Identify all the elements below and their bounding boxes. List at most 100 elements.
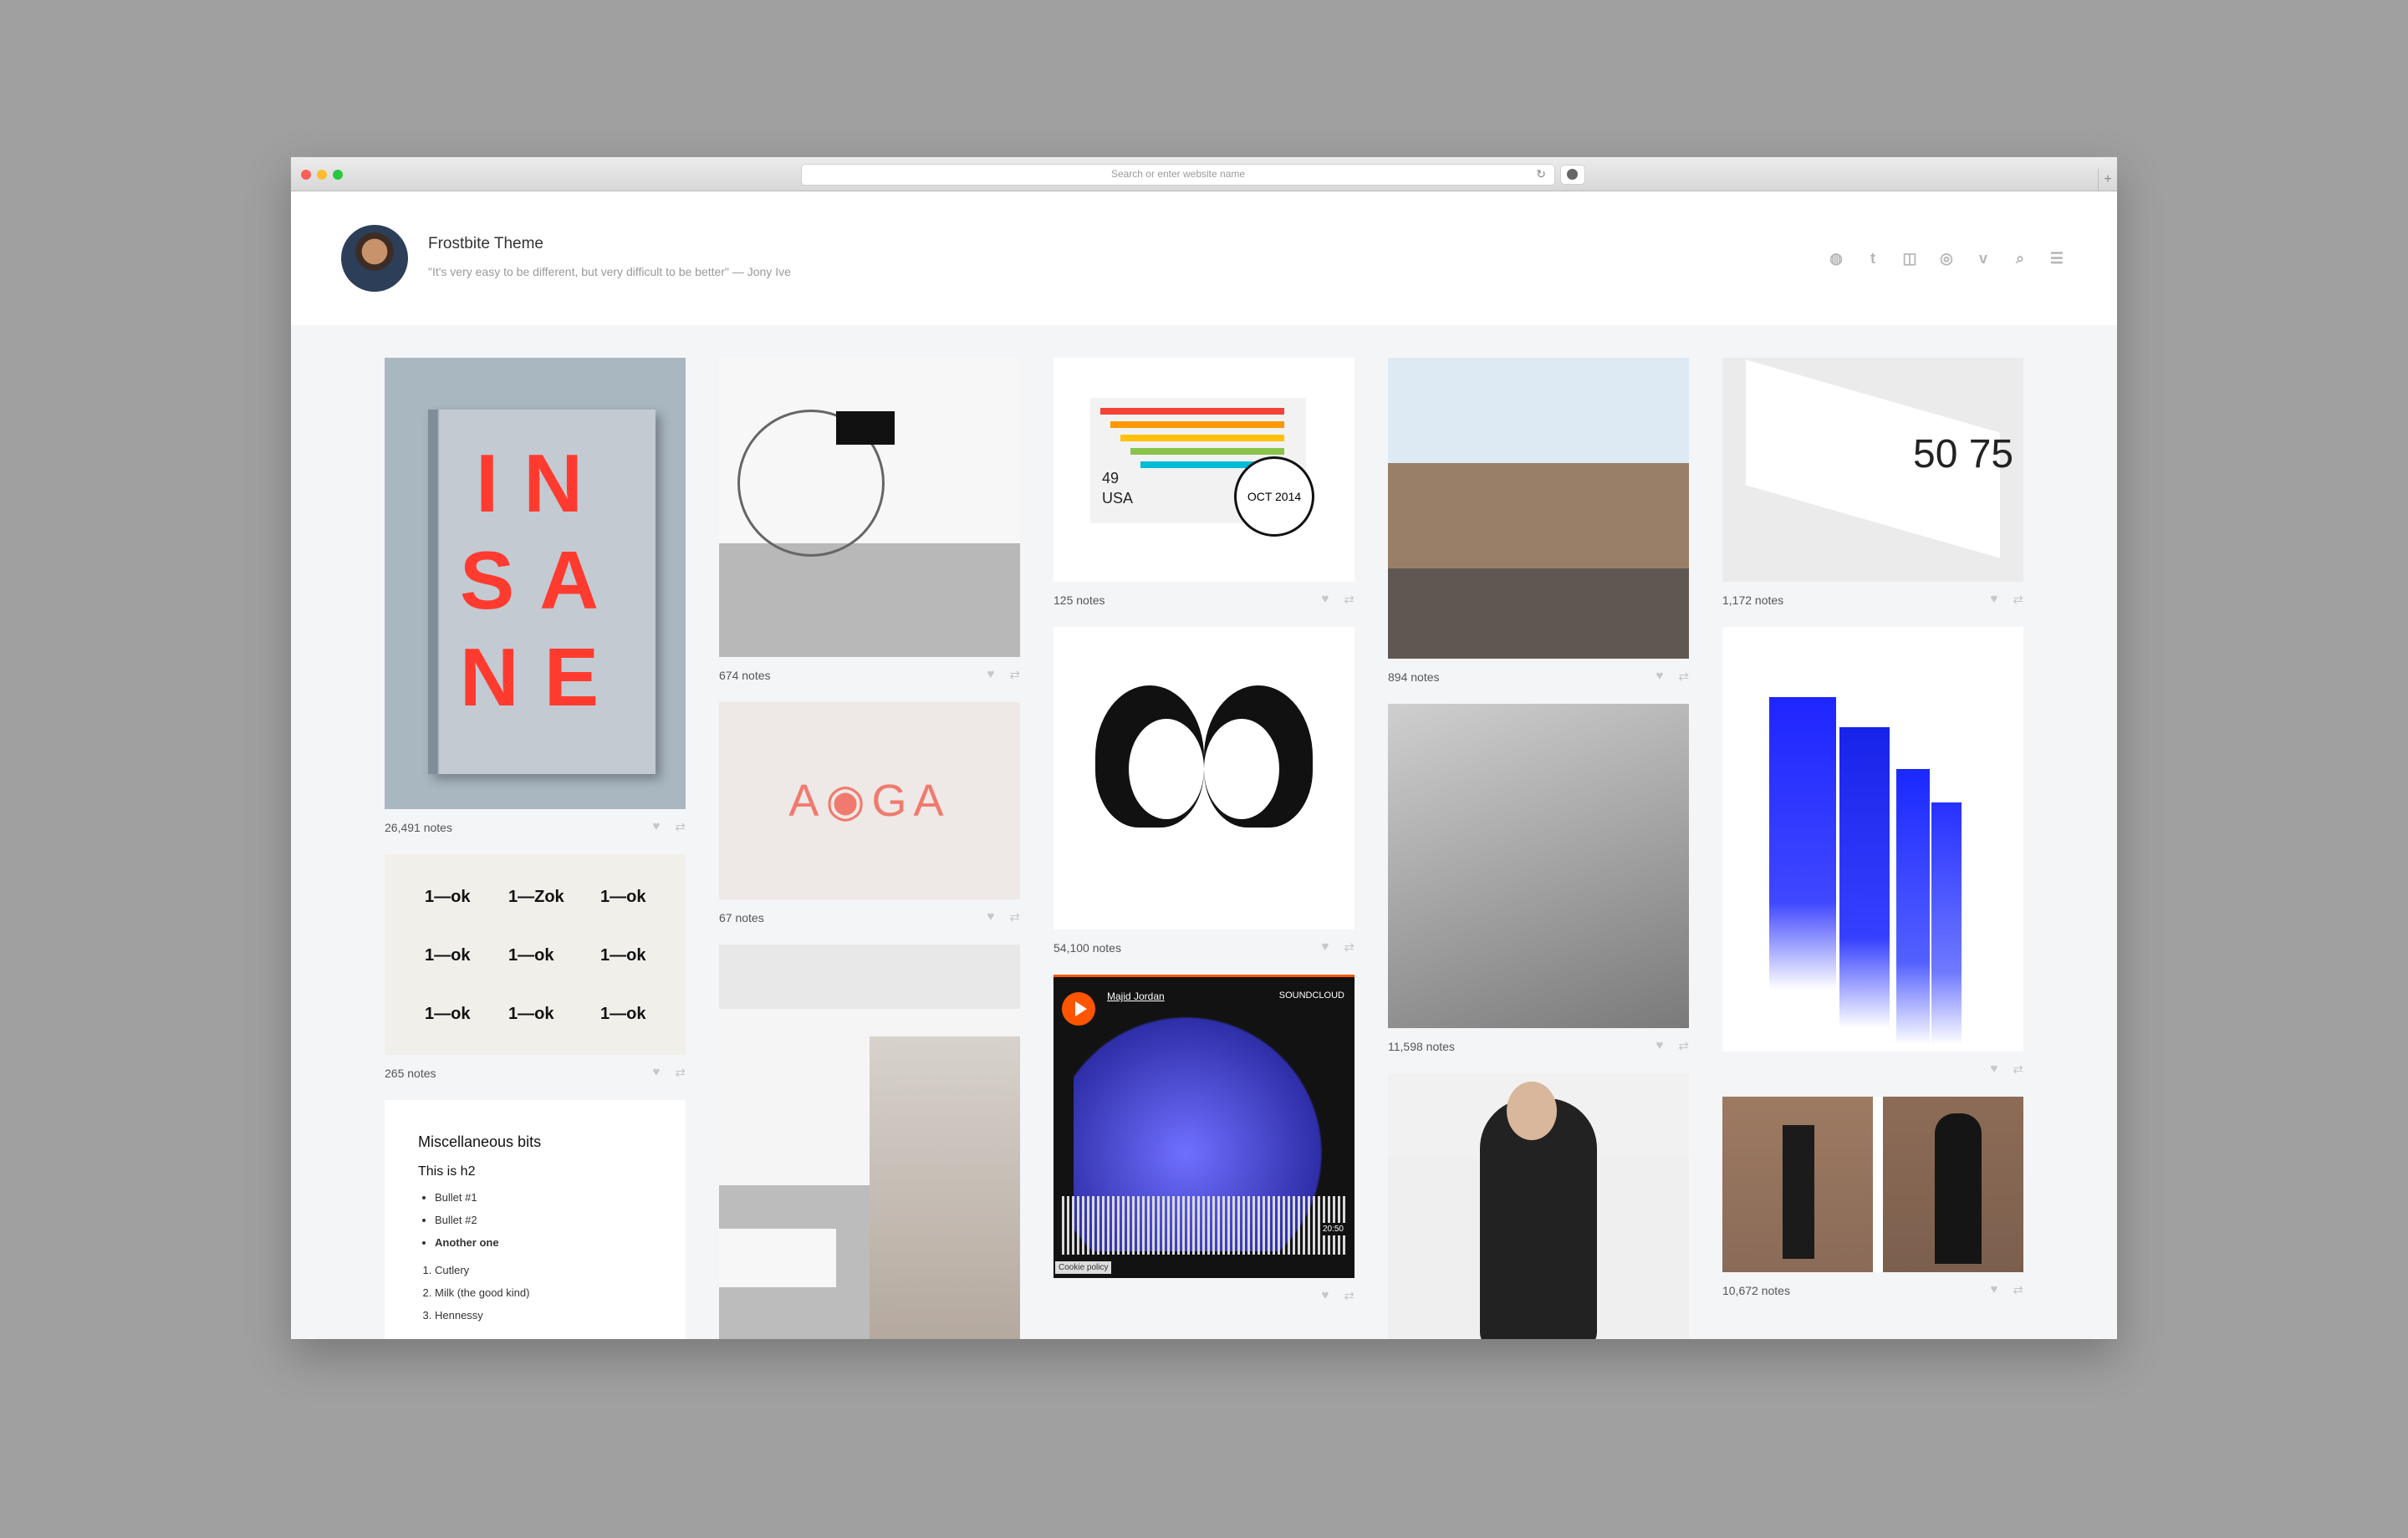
heart-icon[interactable]: ♥ [1656,1038,1664,1053]
post-image[interactable]: 49 USA OCT 2014 [1054,358,1354,582]
post-image[interactable] [1388,358,1689,659]
heart-icon[interactable]: ♥ [1322,940,1329,955]
play-button[interactable] [1062,992,1095,1026]
post-text-misc[interactable]: Miscellaneous bits This is h2 Bullet #1 … [385,1100,686,1339]
notes-count[interactable]: 11,598 notes [1388,1040,1455,1053]
vimeo-icon[interactable]: v [1973,248,1993,268]
post-image[interactable] [719,945,1020,1339]
address-bar[interactable]: Search or enter website name ↻ [801,164,1555,186]
notes-count[interactable]: 26,491 notes [385,821,452,834]
reblog-icon[interactable]: ⇄ [1678,669,1689,684]
heart-icon[interactable]: ♥ [987,909,995,924]
post-image[interactable]: IN SA NE [385,358,686,809]
reblog-icon[interactable]: ⇄ [675,819,686,834]
post-fashion[interactable] [1388,1073,1689,1339]
post-soundcloud[interactable]: Majid Jordan SOUNDCLOUD 20:50 Cookie pol… [1054,975,1354,1323]
new-tab-button[interactable]: + [2098,169,2117,191]
ordered-item: Hennessy [435,1309,652,1322]
post-illustration[interactable]: 54,100 notes ♥ ⇄ [1054,627,1354,975]
post-mountain[interactable]: 894 notes ♥ ⇄ [1388,358,1689,704]
reblog-icon[interactable]: ⇄ [1344,592,1354,607]
browser-titlebar: Search or enter website name ↻ + [291,157,2117,191]
reblog-icon[interactable]: ⇄ [1344,940,1354,955]
reblog-icon[interactable]: ⇄ [675,1065,686,1080]
blog-header: Frostbite Theme "It's very easy to be di… [291,191,2117,325]
photo-left[interactable] [1722,1097,1873,1272]
zoom-window-button[interactable] [333,170,343,180]
waveform[interactable] [1062,1196,1346,1255]
reblog-icon[interactable]: ⇄ [2013,1062,2023,1077]
minimize-window-button[interactable] [317,170,327,180]
post-bike[interactable]: 674 notes ♥ ⇄ [719,358,1020,702]
ordered-list: Cutlery Milk (the good kind) Hennessy [418,1264,652,1322]
reload-icon[interactable]: ↻ [1536,167,1546,181]
close-window-button[interactable] [301,170,311,180]
soundcloud-player[interactable]: Majid Jordan SOUNDCLOUD 20:50 Cookie pol… [1054,975,1354,1278]
reblog-icon[interactable]: ⇄ [1009,909,1020,924]
post-aoga[interactable]: A◉GA 67 notes ♥ ⇄ [719,702,1020,945]
post-meta: 67 notes ♥ ⇄ [719,899,1020,945]
bullet-item: Bullet #1 [435,1191,652,1204]
heart-icon[interactable]: ♥ [1991,592,1998,607]
heart-icon[interactable]: ♥ [1656,669,1664,684]
avatar[interactable] [341,225,408,292]
heart-icon[interactable]: ♥ [653,1065,661,1080]
post-image[interactable] [1054,627,1354,929]
post-ok[interactable]: 1—ok 1—Zok 1—ok 1—ok 1—ok 1—ok 1—ok 1—ok… [385,854,686,1100]
post-meta: ♥ ⇄ [1054,1278,1354,1323]
search-icon[interactable]: ⌕ [2010,248,2030,268]
photo-right[interactable] [1883,1097,2023,1272]
reblog-icon[interactable]: ⇄ [2013,1282,2023,1297]
heart-icon[interactable]: ♥ [1322,592,1329,607]
heart-icon[interactable]: ♥ [1991,1282,1998,1297]
post-interior[interactable] [719,945,1020,1339]
post-spread[interactable]: 50 75 1,172 notes ♥ ⇄ [1722,358,2023,627]
column-3: 49 USA OCT 2014 125 notes ♥ ⇄ 54,100 note… [1054,358,1354,1323]
notes-count[interactable]: 10,672 notes [1722,1284,1790,1297]
site-title[interactable]: Frostbite Theme [428,235,543,253]
post-image[interactable]: 1—ok 1—Zok 1—ok 1—ok 1—ok 1—ok 1—ok 1—ok… [385,854,686,1055]
heart-icon[interactable]: ♥ [1991,1062,1998,1077]
post-meta: 54,100 notes ♥ ⇄ [1054,929,1354,975]
post-photo-pair[interactable]: 10,672 notes ♥ ⇄ [1722,1097,2023,1317]
cookie-policy-link[interactable]: Cookie policy [1055,1261,1112,1274]
notes-count[interactable]: 265 notes [385,1067,436,1080]
post-insane[interactable]: IN SA NE 26,491 notes ♥ ⇄ [385,358,686,854]
post-bw-photo[interactable]: 11,598 notes ♥ ⇄ [1388,704,1689,1073]
post-image[interactable]: 50 75 [1722,358,2023,582]
notes-count[interactable]: 54,100 notes [1054,941,1121,955]
post-image[interactable]: A◉GA [719,702,1020,899]
heart-icon[interactable]: ♥ [1322,1288,1329,1303]
post-image[interactable] [719,358,1020,657]
ok-glyph: 1—ok [600,1005,646,1023]
site-quote: "It's very easy to be different, but ver… [428,265,791,278]
post-stamp[interactable]: 49 USA OCT 2014 125 notes ♥ ⇄ [1054,358,1354,627]
download-button[interactable] [1560,165,1585,185]
dribbble-icon[interactable]: ◎ [1936,248,1956,268]
notes-count[interactable]: 67 notes [719,911,764,924]
post-title: Miscellaneous bits [418,1133,542,1150]
reblog-icon[interactable]: ⇄ [2013,592,2023,607]
globe-icon[interactable]: ◍ [1826,248,1846,268]
notes-count[interactable]: 125 notes [1054,593,1105,607]
twitter-icon[interactable]: t [1863,248,1883,268]
instagram-icon[interactable]: ◫ [1900,248,1920,268]
post-blue-books[interactable]: ♥ ⇄ [1722,627,2023,1097]
heart-icon[interactable]: ♥ [987,667,995,682]
soundcloud-logo[interactable]: SOUNDCLOUD [1279,991,1344,1001]
column-1: IN SA NE 26,491 notes ♥ ⇄ 1—ok 1—Zok 1—ok… [385,358,686,1339]
reblog-icon[interactable]: ⇄ [1009,667,1020,682]
post-image[interactable] [1388,1073,1689,1339]
post-image[interactable] [1722,1097,2023,1272]
book-shape [1896,769,1930,1045]
post-image[interactable] [1722,627,2023,1052]
notes-count[interactable]: 1,172 notes [1722,593,1783,607]
notes-count[interactable]: 894 notes [1388,670,1440,684]
heart-icon[interactable]: ♥ [653,819,661,834]
notes-count[interactable]: 674 notes [719,669,771,682]
artist-link[interactable]: Majid Jordan [1107,991,1165,1002]
reblog-icon[interactable]: ⇄ [1678,1038,1689,1053]
menu-icon[interactable]: ☰ [2047,248,2067,268]
reblog-icon[interactable]: ⇄ [1344,1288,1354,1303]
post-image[interactable] [1388,704,1689,1028]
